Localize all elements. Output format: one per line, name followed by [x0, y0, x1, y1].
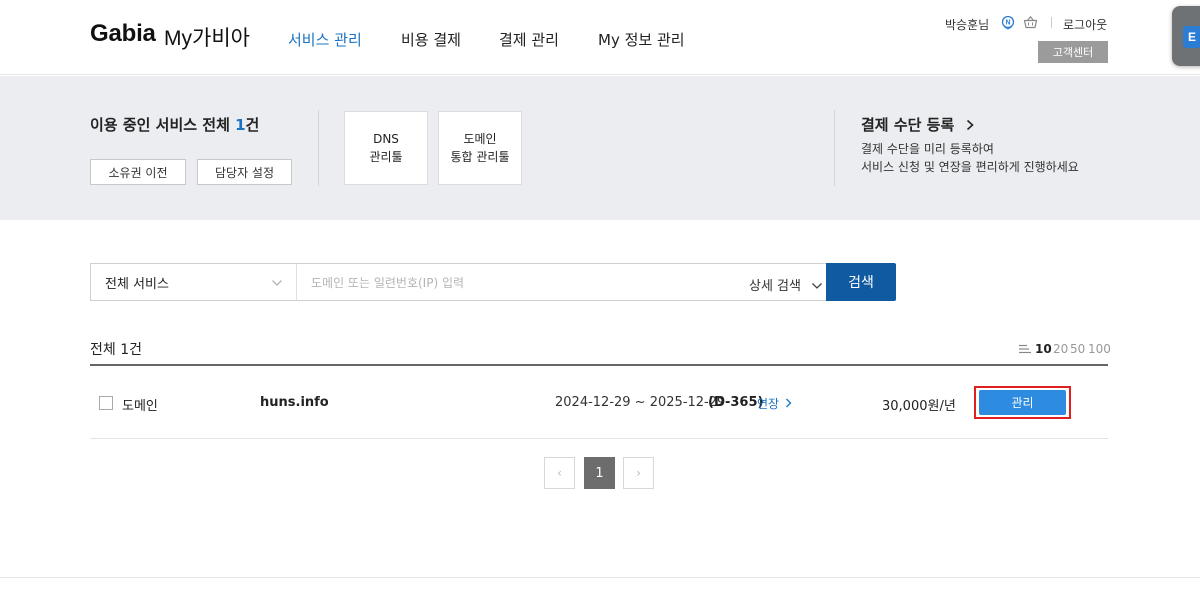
- service-count-suffix: 건: [245, 116, 260, 134]
- page-size-20[interactable]: 20: [1053, 342, 1068, 356]
- manage-button[interactable]: 관리: [979, 390, 1066, 415]
- manager-setting-button[interactable]: 담당자 설정: [197, 159, 292, 185]
- domain-tool-line2: 통합 관리툴: [450, 150, 510, 164]
- nav-payment[interactable]: 비용 결제: [401, 29, 461, 50]
- dns-tool-card[interactable]: DNS 관리툴: [344, 111, 428, 185]
- summary-divider: [318, 110, 319, 186]
- side-app-tab[interactable]: E: [1172, 6, 1200, 66]
- extend-label: 연장: [757, 397, 780, 411]
- row-service-type: 도메인: [122, 399, 158, 414]
- nav-payment-management[interactable]: 결제 관리: [499, 29, 559, 50]
- row-price: 30,000원/년: [882, 399, 956, 414]
- detail-search-label: 상세 검색: [749, 279, 801, 294]
- cart-icon[interactable]: [1023, 15, 1038, 30]
- total-count: 전체 1건: [90, 342, 142, 358]
- footer-divider: [0, 577, 1200, 578]
- header-divider: [1051, 17, 1052, 28]
- service-type-select[interactable]: 전체 서비스: [90, 263, 297, 301]
- chevron-right-icon: [785, 398, 792, 408]
- domain-tool-line1: 도메인: [463, 132, 497, 146]
- dns-tool-line1: DNS: [373, 132, 399, 146]
- service-summary: 이용 중인 서비스 전체 1건 소유권 이전 담당자 설정 DNS 관리툴 도메…: [0, 76, 1200, 220]
- row-period: 2024-12-29 ~ 2025-12-29: [555, 395, 726, 410]
- logout-link[interactable]: 로그아웃: [1063, 16, 1107, 33]
- chevron-down-icon: [812, 283, 823, 289]
- payment-desc-line1: 결제 수단을 미리 등록하여: [861, 142, 994, 156]
- chevron-down-icon: [272, 280, 282, 286]
- notification-icon[interactable]: N: [1001, 15, 1016, 30]
- domain-tool-card[interactable]: 도메인 통합 관리툴: [438, 111, 522, 185]
- customer-center-button[interactable]: 고객센터: [1038, 41, 1108, 63]
- extend-link[interactable]: 연장: [757, 395, 792, 412]
- service-count-prefix: 이용 중인 서비스 전체: [90, 116, 236, 134]
- search-input[interactable]: 도메인 또는 일련번호(IP) 입력: [296, 263, 827, 301]
- svg-text:N: N: [1005, 20, 1010, 27]
- payment-method-link[interactable]: 결제 수단 등록: [861, 114, 975, 135]
- row-dday: (D-365): [708, 395, 764, 410]
- list-row-border: [90, 438, 1108, 439]
- payment-method-title: 결제 수단 등록: [861, 116, 955, 134]
- nav-my-info[interactable]: My 정보 관리: [598, 29, 685, 50]
- row-checkbox[interactable]: [99, 396, 113, 410]
- dns-tool-line2: 관리툴: [369, 150, 403, 164]
- search-button[interactable]: 검색: [826, 263, 896, 301]
- prev-page-button[interactable]: ‹: [544, 457, 575, 489]
- side-app-icon: E: [1183, 26, 1200, 48]
- row-domain-name[interactable]: huns.info: [260, 395, 329, 410]
- page-size-10[interactable]: 10: [1035, 342, 1052, 356]
- page-size-50[interactable]: 50: [1070, 342, 1085, 356]
- service-type-value: 전체 서비스: [105, 276, 169, 292]
- payment-desc-line2: 서비스 신청 및 연장을 편리하게 진행하세요: [861, 160, 1079, 174]
- my-gabia-logo[interactable]: My가비아: [164, 22, 250, 52]
- service-count: 1: [235, 116, 246, 134]
- user-name[interactable]: 박승훈님: [945, 16, 989, 33]
- gabia-logo[interactable]: Gabia: [90, 20, 156, 48]
- page-1-button[interactable]: 1: [584, 457, 615, 489]
- summary-divider: [834, 110, 835, 186]
- next-page-button[interactable]: ›: [623, 457, 654, 489]
- detail-search-toggle[interactable]: 상세 검색: [749, 275, 823, 294]
- ownership-transfer-button[interactable]: 소유권 이전: [90, 159, 186, 185]
- service-count-title: 이용 중인 서비스 전체 1건: [90, 114, 259, 135]
- page-size-100[interactable]: 100: [1088, 342, 1111, 356]
- chevron-right-icon: [967, 119, 975, 131]
- list-top-border: [90, 364, 1108, 366]
- nav-service-management[interactable]: 서비스 관리: [288, 29, 362, 50]
- list-size-icon: [1019, 344, 1031, 354]
- header: Gabia My가비아 서비스 관리 비용 결제 결제 관리 My 정보 관리 …: [0, 0, 1200, 75]
